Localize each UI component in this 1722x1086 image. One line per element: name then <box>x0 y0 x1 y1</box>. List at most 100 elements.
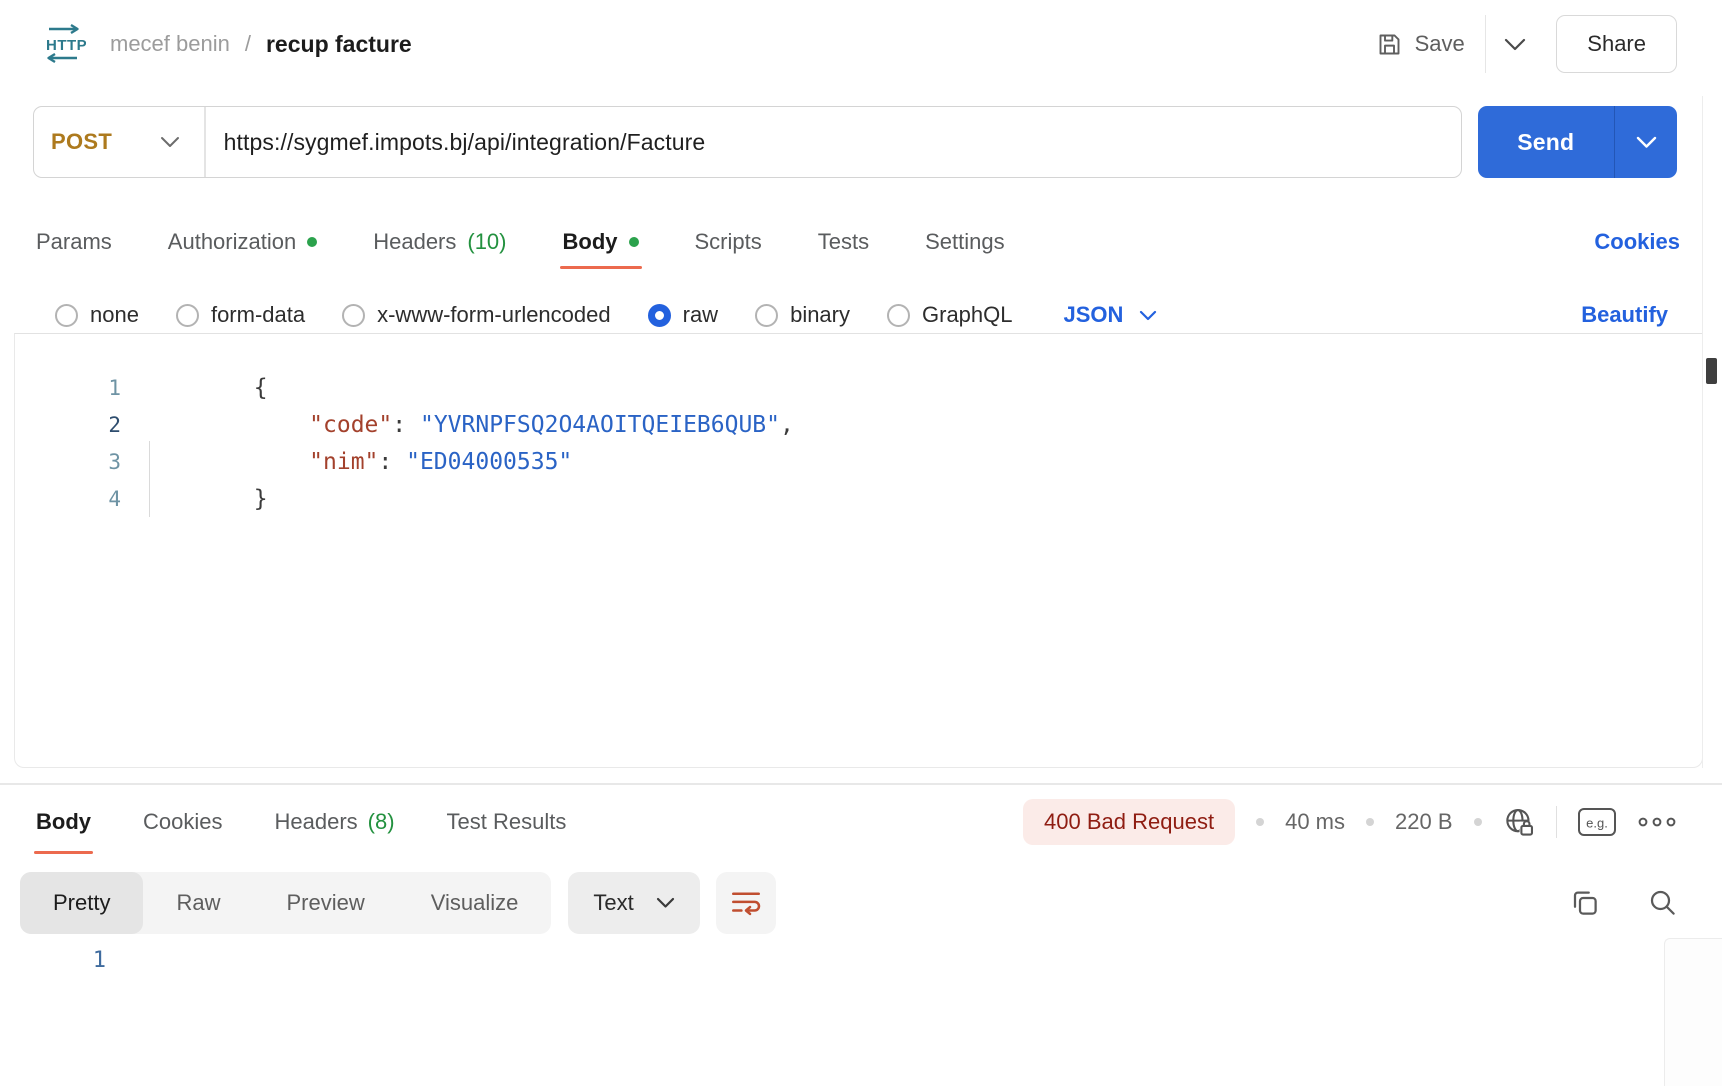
radio-circle <box>755 304 778 327</box>
request-body-editor[interactable]: 1 { 2 "code": "YVRNPFSQ2O4AOITQEIEB6QUB"… <box>14 333 1703 768</box>
json-key: "nim" <box>254 449 379 475</box>
response-tab-test-results[interactable]: Test Results <box>447 790 567 854</box>
method-label: POST <box>51 129 112 155</box>
copy-icon <box>1570 888 1600 918</box>
radio-graphql-label: GraphQL <box>922 302 1013 328</box>
radio-raw-label: raw <box>683 302 718 328</box>
save-divider <box>1485 15 1487 73</box>
scrollbar-thumb[interactable] <box>1706 358 1717 384</box>
more-actions-button[interactable] <box>1636 815 1678 829</box>
code-line: 3 "nim": "ED04000535" <box>15 443 1702 480</box>
radio-form-data-label: form-data <box>211 302 305 328</box>
copy-response-button[interactable] <box>1570 888 1600 918</box>
postman-app-window: HTTP mecef benin / recup facture Save <box>0 0 1722 1086</box>
body-status-dot <box>629 237 639 247</box>
response-tab-cookies[interactable]: Cookies <box>143 790 222 854</box>
radio-x-www-form-urlencoded[interactable]: x-www-form-urlencoded <box>342 302 611 328</box>
search-response-button[interactable] <box>1648 888 1678 918</box>
view-tab-preview-label: Preview <box>286 890 364 916</box>
indent-guide <box>149 441 150 517</box>
tab-headers-label: Headers <box>373 229 456 255</box>
more-options-icon <box>1636 815 1678 829</box>
tab-authorization-label: Authorization <box>168 229 296 255</box>
cookies-link[interactable]: Cookies <box>1594 229 1680 255</box>
response-view-switcher: Pretty Raw Preview Visualize <box>20 872 551 934</box>
request-tabs: Params Authorization Headers (10) Body S… <box>36 214 1680 269</box>
wrap-lines-button[interactable] <box>716 872 776 934</box>
response-tab-body[interactable]: Body <box>36 790 91 854</box>
headers-count-badge: (10) <box>467 229 506 255</box>
scrollbar-track <box>1702 96 1703 768</box>
meta-separator-dot <box>1366 818 1374 826</box>
breadcrumb-collection[interactable]: mecef benin <box>110 31 230 57</box>
response-tab-headers-label: Headers <box>274 809 357 835</box>
beautify-link[interactable]: Beautify <box>1581 302 1668 328</box>
radio-circle <box>55 304 78 327</box>
search-icon <box>1648 888 1678 918</box>
tab-tests-label: Tests <box>818 229 869 255</box>
save-options-button[interactable] <box>1504 38 1526 51</box>
tab-authorization[interactable]: Authorization <box>168 214 317 269</box>
body-format-select[interactable]: JSON <box>1064 302 1158 328</box>
status-badge[interactable]: 400 Bad Request <box>1023 799 1235 845</box>
breadcrumb-separator: / <box>245 31 251 57</box>
tab-tests[interactable]: Tests <box>818 214 869 269</box>
globe-lock-icon <box>1503 806 1537 838</box>
response-language-select[interactable]: Text <box>568 872 699 934</box>
radio-binary-label: binary <box>790 302 850 328</box>
radio-raw[interactable]: raw <box>648 302 718 328</box>
body-format-label: JSON <box>1064 302 1124 328</box>
chevron-down-icon <box>160 136 180 148</box>
radio-none-label: none <box>90 302 139 328</box>
view-tab-pretty-label: Pretty <box>53 890 110 916</box>
chevron-down-icon <box>1636 136 1657 149</box>
tab-body-label: Body <box>563 229 618 255</box>
radio-circle <box>176 304 199 327</box>
meta-separator-dot <box>1256 818 1264 826</box>
url-input[interactable]: https://sygmef.impots.bj/api/integration… <box>206 129 706 156</box>
radio-form-data[interactable]: form-data <box>176 302 305 328</box>
line-number: 4 <box>15 487 121 511</box>
response-body-viewer[interactable]: 1 <box>0 934 1722 1086</box>
view-tab-pretty[interactable]: Pretty <box>20 872 143 934</box>
line-number: 3 <box>15 450 121 474</box>
wrap-lines-icon <box>731 890 761 916</box>
save-button[interactable]: Save <box>1376 31 1465 58</box>
view-tab-visualize[interactable]: Visualize <box>398 872 552 934</box>
line-number: 1 <box>15 376 121 400</box>
view-tab-raw-label: Raw <box>176 890 220 916</box>
meta-separator-dot <box>1474 818 1482 826</box>
share-button-label: Share <box>1587 31 1646 57</box>
tab-settings[interactable]: Settings <box>925 214 1005 269</box>
svg-text:e.g.: e.g. <box>1586 816 1608 831</box>
tab-scripts-label: Scripts <box>695 229 762 255</box>
response-tab-test-results-label: Test Results <box>447 809 567 835</box>
tab-headers[interactable]: Headers (10) <box>373 214 506 269</box>
radio-graphql[interactable]: GraphQL <box>887 302 1013 328</box>
radio-circle-selected <box>648 304 671 327</box>
send-options-button[interactable] <box>1615 106 1677 178</box>
tab-body[interactable]: Body <box>563 214 639 269</box>
view-tab-preview[interactable]: Preview <box>253 872 397 934</box>
response-size[interactable]: 220 B <box>1395 809 1453 835</box>
send-button[interactable]: Send <box>1478 106 1614 178</box>
network-info-button[interactable] <box>1503 806 1537 838</box>
radio-binary[interactable]: binary <box>755 302 850 328</box>
share-button[interactable]: Share <box>1556 15 1677 73</box>
response-toolbar: Pretty Raw Preview Visualize Text <box>20 872 1678 934</box>
save-icon <box>1376 31 1403 58</box>
mock-example-button[interactable]: e.g. <box>1576 805 1618 839</box>
breadcrumb: mecef benin / recup facture <box>110 31 412 58</box>
radio-none[interactable]: none <box>55 302 139 328</box>
svg-text:HTTP: HTTP <box>46 37 86 54</box>
response-meta: 400 Bad Request 40 ms 220 B <box>1023 799 1678 845</box>
response-time[interactable]: 40 ms <box>1285 809 1345 835</box>
response-scrollbar-track[interactable] <box>1664 938 1722 1086</box>
tab-scripts[interactable]: Scripts <box>695 214 762 269</box>
tab-params[interactable]: Params <box>36 214 112 269</box>
response-tab-headers[interactable]: Headers (8) <box>274 790 394 854</box>
json-punctuation: , <box>780 412 794 438</box>
breadcrumb-request-name[interactable]: recup facture <box>266 31 412 58</box>
view-tab-raw[interactable]: Raw <box>143 872 253 934</box>
method-select[interactable]: POST <box>34 107 204 177</box>
